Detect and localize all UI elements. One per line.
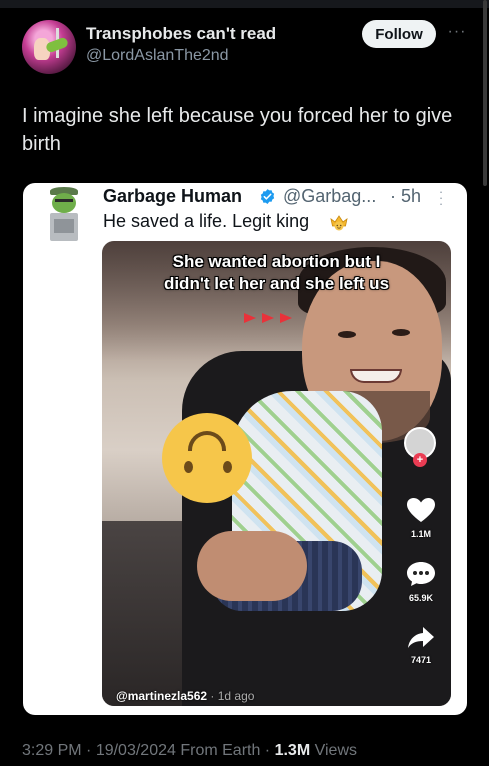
tweet-meta: 3:29 PM · 19/03/2024 From Earth · 1.3M V… bbox=[22, 742, 357, 759]
comment-bubble-icon[interactable] bbox=[406, 561, 436, 587]
video-creator-handle[interactable]: @martinezla562 · 1d ago bbox=[116, 689, 254, 703]
top-bar bbox=[0, 0, 489, 8]
upside-down-face-sticker-icon bbox=[162, 413, 252, 503]
video-caption: She wanted abortion but I didn't let her… bbox=[102, 251, 451, 295]
shares-count: 7471 bbox=[410, 655, 432, 665]
more-options-icon[interactable]: ··· bbox=[446, 22, 468, 42]
crown-emoji-icon bbox=[330, 215, 348, 231]
follow-button[interactable]: Follow bbox=[362, 20, 436, 48]
author-avatar[interactable] bbox=[22, 20, 76, 74]
video-caption-line-2: didn't let her and she left us bbox=[163, 274, 390, 293]
scrollbar[interactable] bbox=[483, 0, 487, 186]
quoted-more-options-icon[interactable]: · · · bbox=[435, 185, 447, 210]
tweet-source: From Earth bbox=[180, 742, 261, 759]
avatar-oscar-face bbox=[52, 193, 76, 213]
video-hand bbox=[197, 531, 307, 601]
video-man-eye-left bbox=[338, 331, 356, 338]
share-arrow-icon[interactable] bbox=[406, 625, 436, 651]
sticker-eyes bbox=[184, 461, 232, 473]
tweet-time[interactable]: 3:29 PM bbox=[22, 742, 82, 759]
author-handle[interactable]: @LordAslanThe2nd bbox=[86, 47, 229, 65]
avatar-trash-can-label bbox=[54, 219, 74, 233]
video-caption-line-1: She wanted abortion but I bbox=[172, 252, 381, 271]
views-label: Views bbox=[314, 742, 357, 759]
sticker-mouth bbox=[188, 431, 226, 451]
quoted-tweet-text: He saved a life. Legit king bbox=[103, 211, 310, 231]
video-creator-handle-text: @martinezla562 bbox=[116, 689, 208, 703]
quoted-tweet-time[interactable]: · 5h bbox=[390, 186, 421, 207]
likes-count: 1.1M bbox=[410, 529, 431, 539]
author-display-name[interactable]: Transphobes can't read bbox=[86, 24, 276, 44]
quoted-author-handle[interactable]: @Garbag... bbox=[283, 186, 376, 207]
quoted-author-display-name[interactable]: Garbage Human bbox=[103, 186, 242, 207]
tweet-text: I imagine she left because you forced he… bbox=[22, 105, 453, 155]
follow-plus-icon[interactable]: + bbox=[413, 453, 427, 467]
comments-count: 65.9K bbox=[408, 593, 434, 603]
embedded-video[interactable]: She wanted abortion but I didn't let her… bbox=[102, 241, 451, 706]
red-arrows-icon bbox=[244, 313, 292, 323]
video-man-smile bbox=[350, 369, 402, 383]
views-count: 1.3M bbox=[274, 742, 311, 759]
tweet-header: Transphobes can't read @LordAslanThe2nd … bbox=[22, 20, 467, 76]
like-heart-icon[interactable] bbox=[406, 497, 436, 523]
video-side-actions: + 1.1M 65.9K 7471 bbox=[398, 427, 448, 687]
avatar-oscar-brow bbox=[55, 199, 73, 202]
tweet-date[interactable]: 19/03/2024 bbox=[96, 742, 176, 759]
quoted-tweet-card[interactable]: Garbage Human @Garbag... · 5h · · · He sav… bbox=[23, 183, 467, 715]
verified-badge-icon bbox=[260, 189, 275, 204]
video-posted-ago: · 1d ago bbox=[207, 689, 255, 703]
video-man-eye-right bbox=[392, 329, 410, 336]
quoted-author-avatar[interactable] bbox=[48, 187, 80, 241]
